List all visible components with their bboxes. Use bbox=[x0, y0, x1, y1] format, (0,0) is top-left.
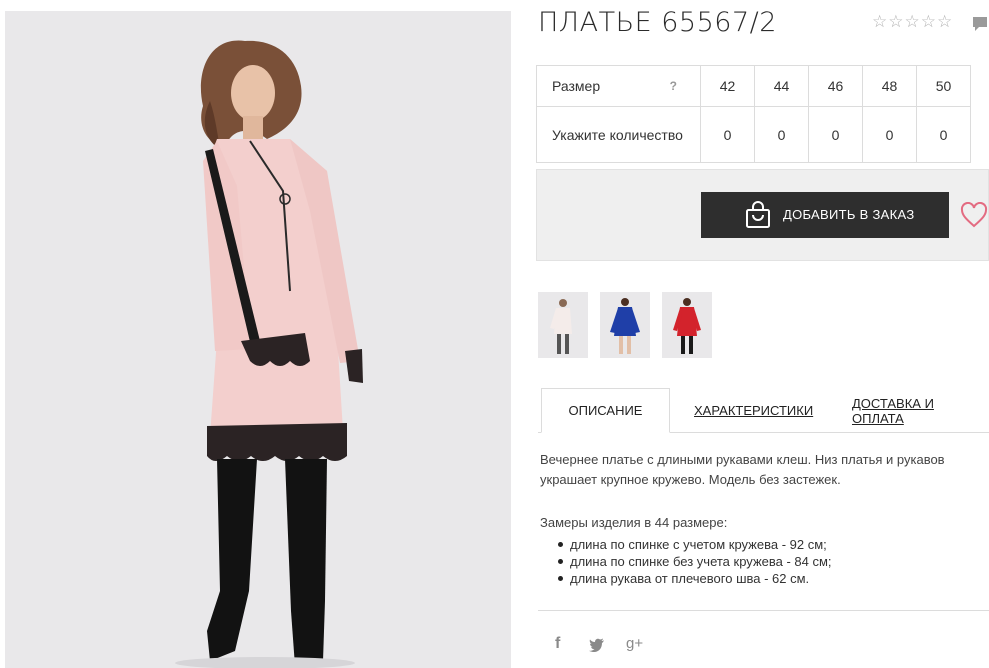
quantity-input[interactable]: 0 bbox=[808, 106, 863, 163]
social-divider bbox=[538, 610, 989, 611]
size-option[interactable]: 44 bbox=[754, 65, 809, 107]
size-option[interactable]: 48 bbox=[862, 65, 917, 107]
rating-stars[interactable]: ☆ ☆ ☆ ☆ ☆ bbox=[872, 13, 952, 31]
thumbnail-white-dress[interactable] bbox=[538, 292, 588, 358]
size-table: Размер ? 42 44 46 48 50 Укажите количест… bbox=[536, 65, 971, 163]
rating-star-2[interactable]: ☆ bbox=[888, 13, 903, 31]
product-description: Вечернее платье с длиными рукавами клеш.… bbox=[540, 452, 945, 487]
tab-delivery-payment[interactable]: ДОСТАВКА И ОПЛАТА bbox=[852, 388, 989, 433]
rating-star-4[interactable]: ☆ bbox=[921, 13, 936, 31]
size-option[interactable]: 42 bbox=[700, 65, 755, 107]
quantity-input[interactable]: 0 bbox=[862, 106, 917, 163]
shopping-bag-icon bbox=[744, 201, 772, 233]
measurements-title: Замеры изделия в 44 размере: bbox=[540, 515, 728, 530]
thumbnail-blue-dress[interactable] bbox=[600, 292, 650, 358]
rating-star-1[interactable]: ☆ bbox=[872, 13, 887, 31]
rating-star-5[interactable]: ☆ bbox=[937, 13, 952, 31]
add-to-order-label: ДОБАВИТЬ В ЗАКАЗ bbox=[783, 207, 915, 222]
list-item: длина рукава от плечевого шва - 62 см. bbox=[558, 570, 832, 587]
list-item: длина по спинке без учета кружева - 84 с… bbox=[558, 553, 832, 570]
twitter-icon[interactable] bbox=[589, 638, 605, 657]
list-item: длина по спинке с учетом кружева - 92 см… bbox=[558, 536, 832, 553]
add-to-order-button[interactable]: ДОБАВИТЬ В ЗАКАЗ bbox=[701, 192, 949, 238]
comment-icon[interactable] bbox=[971, 15, 989, 33]
model-photo-illustration bbox=[5, 11, 511, 668]
tab-description[interactable]: ОПИСАНИЕ bbox=[541, 388, 670, 433]
size-option[interactable]: 46 bbox=[808, 65, 863, 107]
size-label: Размер bbox=[536, 65, 647, 107]
quantity-input[interactable]: 0 bbox=[916, 106, 971, 163]
product-main-photo[interactable] bbox=[5, 11, 511, 668]
tab-characteristics[interactable]: ХАРАКТЕРИСТИКИ bbox=[694, 388, 813, 433]
size-option[interactable]: 50 bbox=[916, 65, 971, 107]
size-help-icon[interactable]: ? bbox=[646, 65, 701, 107]
product-title: ПЛАТЬЕ 65567/2 bbox=[538, 7, 777, 38]
quantity-input[interactable]: 0 bbox=[700, 106, 755, 163]
quantity-label: Укажите количество bbox=[536, 106, 701, 163]
facebook-icon[interactable]: f bbox=[555, 635, 560, 653]
rating-star-3[interactable]: ☆ bbox=[905, 13, 920, 31]
quantity-input[interactable]: 0 bbox=[754, 106, 809, 163]
thumbnail-red-dress[interactable] bbox=[662, 292, 712, 358]
google-plus-icon[interactable]: g+ bbox=[626, 635, 643, 652]
wishlist-heart-icon[interactable] bbox=[960, 201, 988, 232]
measurements-list: длина по спинке с учетом кружева - 92 см… bbox=[558, 536, 832, 587]
